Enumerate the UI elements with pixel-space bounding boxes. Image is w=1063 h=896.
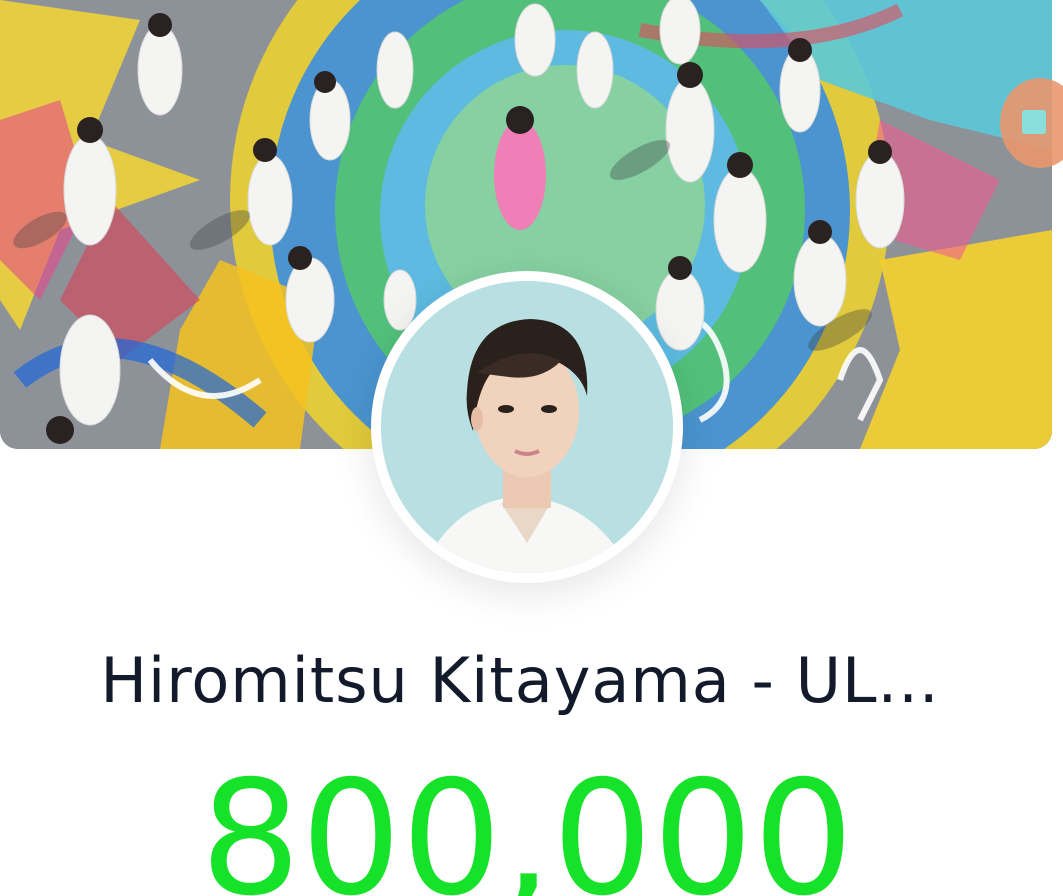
follower-count: 800,000 <box>200 747 854 896</box>
profile-card: Hiromitsu Kitayama - UL... 800,000 <box>0 0 1063 896</box>
avatar <box>371 271 683 583</box>
handle-square <box>1022 110 1046 134</box>
avatar-photo <box>381 281 673 573</box>
profile-title: Hiromitsu Kitayama - UL... <box>100 644 940 717</box>
